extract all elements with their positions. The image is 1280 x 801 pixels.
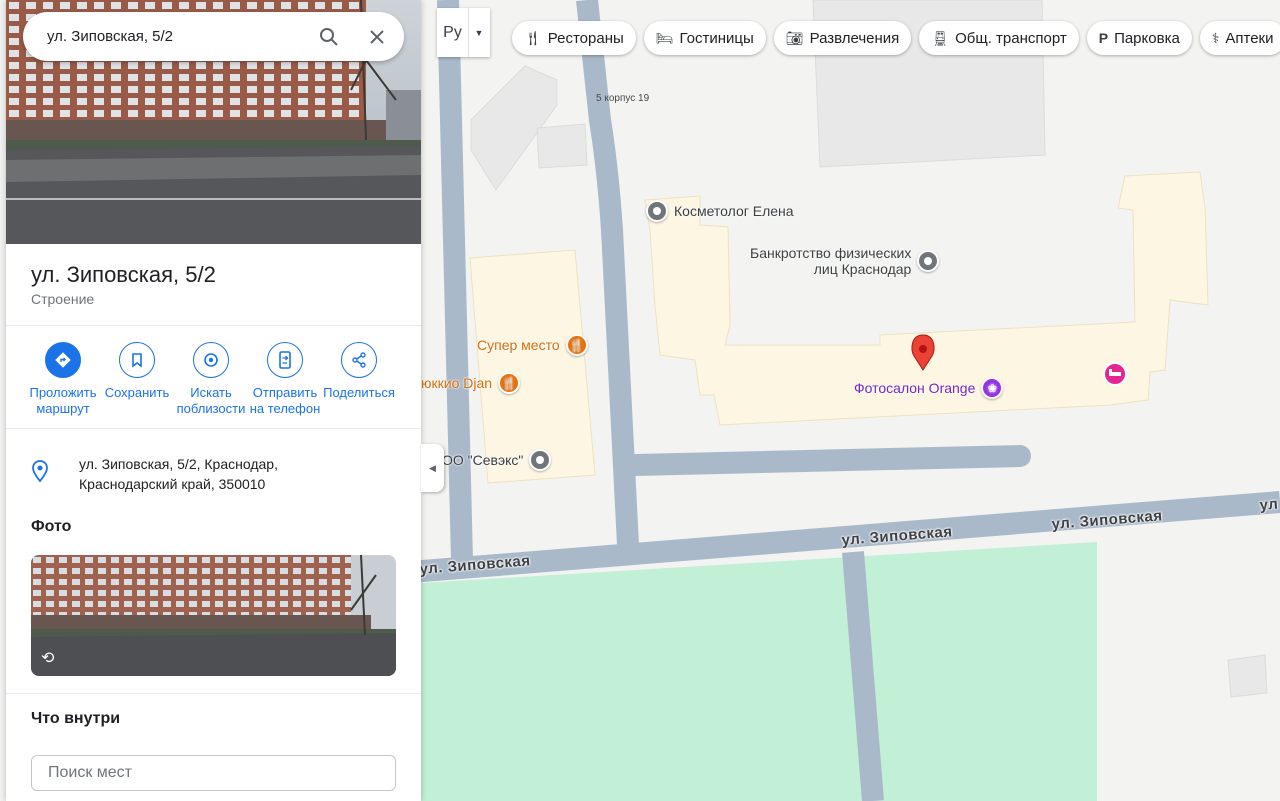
transit-icon: 🚆︎: [931, 29, 950, 46]
poi-djan[interactable]: юккио Djan 🍴: [421, 372, 521, 394]
shopping-icon: ❀: [981, 377, 1004, 399]
street-view-thumbnail: [31, 555, 396, 676]
search-input[interactable]: [47, 28, 294, 45]
nearby-icon: [193, 342, 229, 378]
action-bar: Проложить маршрут Сохранить Искать побли…: [26, 342, 396, 417]
photo-thumbnail[interactable]: ⟲: [31, 555, 396, 676]
poi-pin-icon: [646, 200, 668, 222]
directions-icon: [45, 342, 81, 378]
bookmark-icon: [119, 342, 155, 378]
search-icon[interactable]: [316, 24, 342, 50]
directions-button[interactable]: Проложить маршрут: [26, 342, 100, 417]
poi-label: Косметолог Елена: [674, 203, 794, 219]
poi-seveks[interactable]: ОО "Севэкс": [442, 449, 552, 471]
collapse-panel-button[interactable]: ◀: [421, 444, 444, 492]
poi-bankrotstvo[interactable]: Банкротство физических лиц Краснодар: [750, 245, 940, 277]
address-text: ул. Зиповская, 5/2, Краснодар, Краснодар…: [79, 456, 278, 492]
share-icon: [341, 342, 377, 378]
hotel-icon: 🛏︎: [655, 29, 674, 46]
street-label: ул: [1259, 495, 1279, 514]
poi-label: Супер место: [477, 337, 560, 353]
search-nearby-button[interactable]: Искать поблизости: [174, 342, 248, 417]
hotel-poi-icon[interactable]: [1103, 362, 1127, 386]
category-chips: 🍴︎ Рестораны 🛏︎ Гостиницы 📷︎ Развлечения…: [512, 21, 1280, 55]
chip-transit[interactable]: 🚆︎ Общ. транспорт: [919, 21, 1079, 55]
place-title: ул. Зиповская, 5/2: [31, 262, 216, 287]
divider: [6, 428, 421, 429]
send-to-phone-button[interactable]: Отправить на телефон: [248, 342, 322, 417]
language-layer-toggle[interactable]: Ру ▼: [437, 8, 490, 57]
poi-label: ОО "Севэкс": [442, 452, 524, 468]
close-icon[interactable]: [364, 24, 390, 50]
poi-kosmetolog[interactable]: Косметолог Елена: [646, 200, 794, 222]
chip-hotels[interactable]: 🛏︎ Гостиницы: [643, 21, 766, 55]
poi-label: Банкротство физических лиц Краснодар: [750, 245, 912, 277]
poi-pin-icon: [917, 250, 940, 272]
poi-label: Фотосалон Orange: [854, 380, 976, 396]
divider: [6, 325, 421, 326]
search-box: [23, 12, 404, 61]
camera-icon: 📷︎: [785, 29, 804, 46]
divider: [6, 693, 421, 694]
pharmacy-icon: ⚕: [1211, 29, 1220, 46]
photos-heading: Фото: [31, 518, 72, 535]
save-button[interactable]: Сохранить: [100, 342, 174, 417]
chip-restaurants[interactable]: 🍴︎ Рестораны: [512, 21, 636, 55]
chip-pharmacy[interactable]: ⚕ Аптеки: [1199, 21, 1280, 55]
send-to-phone-icon: [267, 342, 303, 378]
inside-search-input[interactable]: [31, 755, 396, 791]
restaurant-icon: 🍴︎: [524, 29, 542, 46]
share-button[interactable]: Поделиться: [322, 342, 396, 417]
address-row[interactable]: ул. Зиповская, 5/2, Краснодар, Краснодар…: [31, 454, 309, 494]
street-view-360-icon: ⟲: [41, 650, 55, 667]
poi-super-mesto[interactable]: Супер место 🍴: [477, 334, 588, 356]
chip-entertainment[interactable]: 📷︎ Развлечения: [773, 21, 912, 55]
place-type: Строение: [31, 291, 95, 307]
place-panel: ул. Зиповская, 5/2 Строение Проложить ма…: [6, 0, 421, 801]
restaurant-icon: 🍴: [498, 372, 521, 394]
restaurant-icon: 🍴: [565, 334, 588, 356]
poi-fotosalon[interactable]: Фотосалон Orange ❀: [854, 377, 1004, 399]
building-label: 5 корпус 19: [596, 93, 650, 104]
inside-heading: Что внутри: [31, 710, 121, 727]
chip-parking[interactable]: P Парковка: [1086, 21, 1192, 55]
layer-label: Ру: [437, 8, 469, 57]
parking-icon: P: [1098, 30, 1109, 46]
chevron-left-icon: ◀: [429, 462, 436, 473]
poi-label: юккио Djan: [421, 375, 493, 391]
location-pin-icon: [31, 460, 53, 494]
chevron-down-icon: ▼: [474, 27, 484, 38]
poi-pin-icon: [529, 449, 552, 471]
